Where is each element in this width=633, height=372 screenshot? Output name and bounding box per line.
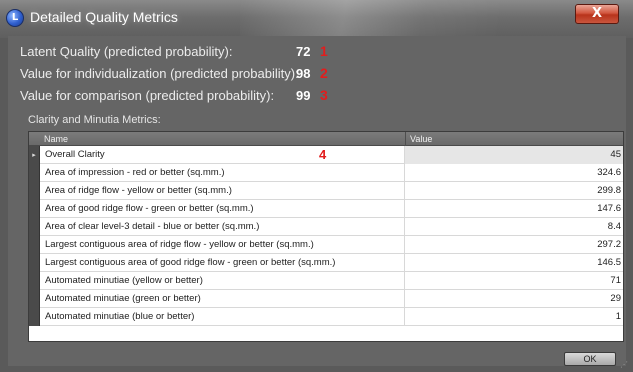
cell-value[interactable]: 1 [405,308,623,326]
table-row[interactable]: Largest contiguous area of ridge flow - … [29,236,623,254]
cell-name[interactable]: Automated minutiae (yellow or better) [40,272,405,290]
cell-name[interactable]: Area of impression - red or better (sq.m… [40,164,405,182]
metrics-grid[interactable]: Name Value ▸ Overall Clarity 45 4 Area of im… [28,131,624,342]
resize-grip-icon[interactable]: ⋰ [620,360,628,369]
table-row[interactable]: Automated minutiae (blue or better) 1 [29,308,623,326]
annotation-marker: 4 [319,147,327,162]
cell-name[interactable]: Largest contiguous area of good ridge fl… [40,254,405,272]
row-header[interactable] [29,254,40,272]
cell-name[interactable]: Area of clear level-3 detail - blue or b… [40,218,405,236]
cell-value[interactable]: 146.5 [405,254,623,272]
metric-label: Value for individualization (predicted p… [20,66,299,81]
cell-name[interactable]: Area of ridge flow - yellow or better (s… [40,182,405,200]
cell-value[interactable]: 299.8 [405,182,623,200]
grid-header: Name Value [29,132,623,146]
close-button[interactable]: X [575,4,619,24]
table-row[interactable]: Area of good ridge flow - green or bette… [29,200,623,218]
section-label: Clarity and Minutia Metrics: [28,114,161,126]
title-bar[interactable]: L Detailed Quality Metrics X [0,0,633,38]
column-header-name[interactable]: Name [40,132,405,146]
cell-name[interactable]: Automated minutiae (blue or better) [40,308,405,326]
ok-button[interactable]: OK [564,352,616,366]
row-header[interactable] [29,218,40,236]
metric-label: Value for comparison (predicted probabil… [20,88,275,103]
table-row[interactable]: Area of impression - red or better (sq.m… [29,164,623,182]
row-header[interactable] [29,308,40,326]
cell-name[interactable]: Area of good ridge flow - green or bette… [40,200,405,218]
cell-name[interactable]: Automated minutiae (green or better) [40,290,405,308]
metric-value: 72 [296,44,311,59]
annotation-marker: 3 [320,87,328,103]
row-header[interactable] [29,182,40,200]
table-row[interactable]: Automated minutiae (green or better) 29 [29,290,623,308]
grid-rows: ▸ Overall Clarity 45 4 Area of impression - … [29,146,623,326]
cell-value[interactable]: 147.6 [405,200,623,218]
metric-label: Latent Quality (predicted probability): [20,44,233,59]
row-header[interactable] [29,290,40,308]
table-row[interactable]: Area of ridge flow - yellow or better (s… [29,182,623,200]
metric-value: 98 [296,66,311,81]
cell-name[interactable]: Largest contiguous area of ridge flow - … [40,236,405,254]
window-title: Detailed Quality Metrics [30,9,178,25]
cell-value[interactable]: 29 [405,290,623,308]
cell-name[interactable]: Overall Clarity [40,146,405,164]
cell-value[interactable]: 324.6 [405,164,623,182]
annotation-marker: 2 [320,65,328,81]
title-bar-shine [240,0,500,38]
row-header[interactable] [29,200,40,218]
cell-value[interactable]: 8.4 [405,218,623,236]
current-row-indicator[interactable]: ▸ [29,146,40,164]
app-icon: L [6,9,24,27]
cell-value[interactable]: 71 [405,272,623,290]
column-header-value[interactable]: Value [406,132,623,146]
row-header[interactable] [29,236,40,254]
row-header[interactable] [29,272,40,290]
table-row[interactable]: Area of clear level-3 detail - blue or b… [29,218,623,236]
cell-value[interactable]: 45 [405,146,623,164]
table-row[interactable]: Largest contiguous area of good ridge fl… [29,254,623,272]
row-header[interactable] [29,164,40,182]
cell-value[interactable]: 297.2 [405,236,623,254]
close-icon: X [591,6,603,21]
table-row[interactable]: ▸ Overall Clarity 45 4 [29,146,623,164]
table-row[interactable]: Automated minutiae (yellow or better) 71 [29,272,623,290]
metric-value: 99 [296,88,311,103]
annotation-marker: 1 [320,43,328,59]
